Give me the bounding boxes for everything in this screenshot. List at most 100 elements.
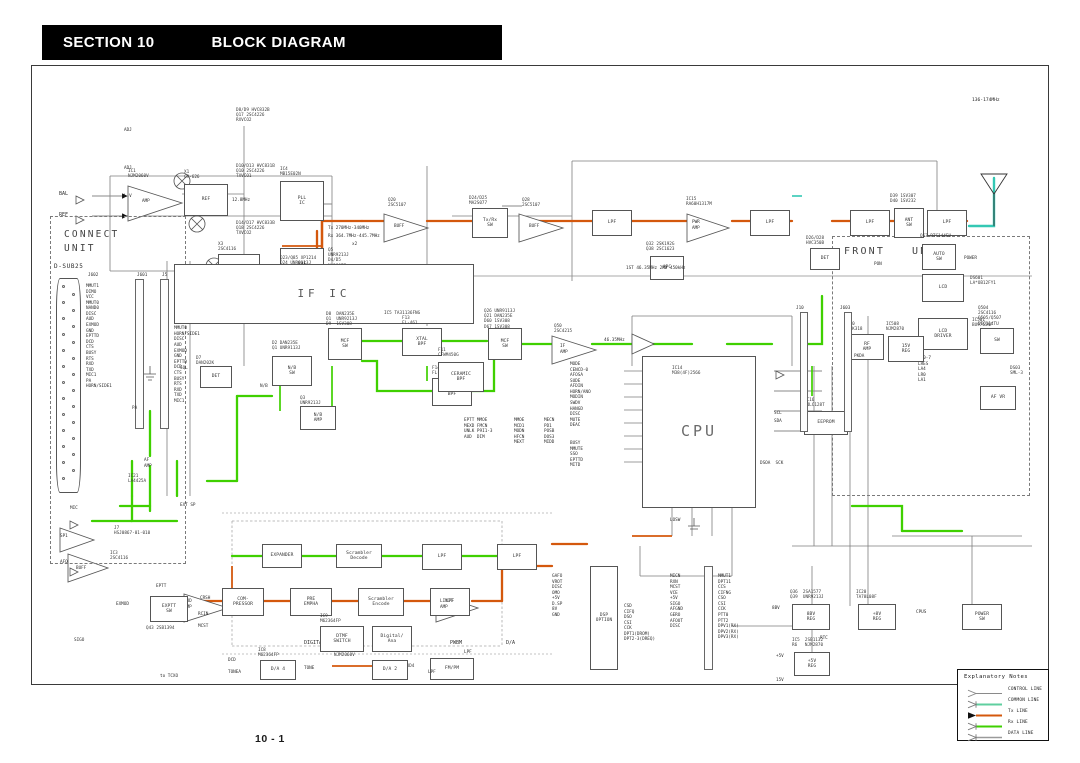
lpf-d1-block: LPF <box>422 544 462 570</box>
dsub-pin <box>72 453 75 456</box>
dsub-pin <box>62 349 65 352</box>
auto-sw-ref: Q53 DTC144EU <box>920 234 952 239</box>
af-amp-out-ref: IC21 LA4425A <box>128 474 147 485</box>
exptt-sw-label: EXPTT SW <box>161 603 177 614</box>
adj-label-2: ADJ <box>124 166 132 171</box>
connector-ref-j5: J5 <box>162 273 168 278</box>
d-sub25-connector[interactable] <box>56 278 81 493</box>
pwr-amp-label: PWR AMP <box>692 220 700 231</box>
dsp-conn-right-pins: MMUT1 DPT11 CCS CIFNG CSO CSI CCK PTT0 P… <box>718 574 739 641</box>
pll-ic-block: PLL IC <box>280 181 324 221</box>
reg5v-ref: IC5 2SB1132 R6 NJM2870 <box>792 638 824 649</box>
mcf-sw2-ref: Q26 UNR9113J Q21 DAN235E D60 1SV308 D67 … <box>484 309 516 330</box>
mcf-sw1-ref: D8 DAN235E Q1 UNR9213J D9 1SV308 <box>326 312 358 328</box>
dsub-pin <box>72 389 75 392</box>
cpu-bottom-pin: LOSW <box>670 518 681 523</box>
pwbm-label: PWBM <box>450 640 463 646</box>
eeprom-block: EEPROM <box>804 411 848 435</box>
tone2-label: TONE <box>304 666 315 671</box>
ant-sw-label: ANT SW <box>904 217 914 228</box>
dsub-pin <box>62 365 65 368</box>
lpf-tx4-label: LPF <box>942 220 952 226</box>
dsub-pin <box>72 405 75 408</box>
dsp-option-label: DSP OPTION <box>595 612 613 623</box>
dsub-pin <box>72 341 75 344</box>
txrx-sw-label: Tx/Rx SW <box>482 217 498 228</box>
rtc-label: RTC <box>820 636 828 641</box>
legend-symbol-rx-line <box>964 718 1004 730</box>
lpf-d3-label: LPF <box>512 554 522 560</box>
tone3-label: TONEA <box>228 670 241 675</box>
scrambler-encode-label: Scrambler Encode <box>368 596 394 607</box>
ref-osc-label: REF <box>201 197 211 203</box>
pre-emphasis-label: PRE EMPHA <box>303 596 319 607</box>
fm-pm-label: FM/PM <box>444 666 460 672</box>
pll-label: PLL IC <box>297 195 307 206</box>
buff1-label: BUFF <box>394 224 405 229</box>
cpu-left-pins-2: BUSY MMUTE SSO EPTTD MITD <box>570 441 583 469</box>
dsp-option-block: DSP OPTION <box>590 566 618 670</box>
apc-ref: Q32 2SK192G Q38 2SC1623 <box>646 242 675 253</box>
dsub-pin <box>72 421 75 424</box>
freq-rx-label: Rx 364.7MHz-445.7MHz <box>328 234 380 239</box>
amp-in-label: AMP <box>142 199 150 204</box>
lcd-label: LCD <box>938 285 948 291</box>
lpf-tx2-label: LPF <box>765 220 775 226</box>
vcc-label: CPUS <box>916 610 927 615</box>
mcf-sw2-block: MCF SW <box>488 328 522 360</box>
dtmf-switch-block: DTMF SWITCH <box>320 626 364 652</box>
dsub-pin <box>62 301 65 304</box>
cpu-label: CPU <box>680 422 718 441</box>
exptt-sw-ref: Q43 2SB1394 <box>146 626 175 631</box>
reg8v-block: +8V REG <box>858 604 896 630</box>
connect-unit-label-line1: CONNECT <box>64 229 120 240</box>
txrx-sw-ref: D24/D25 MA2S077 <box>469 196 488 207</box>
section-header-bar: SECTION 10 BLOCK DIAGRAM <box>42 25 502 60</box>
da-label: D/A <box>506 640 516 646</box>
lcd-driver-label: LCD DRIVER <box>934 328 952 339</box>
da2-block: D/A 2 <box>372 660 408 680</box>
mcst-label-b: MCST <box>198 624 209 629</box>
af-vr-block: AF VR <box>980 386 1016 410</box>
cpu-right-bus: DSOA SCK <box>760 461 784 466</box>
digital-analog-block: Digital/ Ana <box>372 626 412 652</box>
nb-amp-label: N/B AMP <box>313 412 323 423</box>
crsh-label: CRSH <box>200 596 211 601</box>
freq-tx-label: Tx 270MHz-340MHz <box>328 226 370 231</box>
reg5v-block: +5V REG <box>794 652 830 676</box>
dsub-pin <box>62 413 65 416</box>
exptt-label: EPTT <box>156 584 167 589</box>
pwr-amp-ref: IC15 RA60H1317M <box>686 197 712 208</box>
dsub-pin <box>62 285 65 288</box>
legend-label-tx-line: Tx LINE <box>1008 708 1028 714</box>
scl-label: SCL <box>774 411 782 416</box>
reg15v-ref: IC508 NJM2870 <box>886 322 905 333</box>
nb-label: N/B <box>260 384 268 389</box>
lpf-tx3-block: LPF <box>850 210 890 236</box>
connector-bar-dsp-right <box>704 566 713 670</box>
dsub-type-label: D-SUB25 <box>54 263 84 270</box>
connector-ref-j601: J601 <box>137 273 148 278</box>
rxvco2-ref: D8/D9 HVC832B Q17 2SC4226 RXVCO2 <box>236 108 270 124</box>
cpu-left-pins-1: MODE CENCD-0 AFOSA SUDE AFDIN HORN/ANO M… <box>570 362 591 429</box>
txvco2-ref: D14/D17 HVC833B Q18 2SC4226 TXVCO2 <box>236 221 275 237</box>
lpf-tx4-block: LPF <box>927 210 967 236</box>
dsp-conn-mid-pins: MICN RXN MCST VCE +5V SIGO AFGND GERO AF… <box>670 574 683 630</box>
lpf-tx3-label: LPF <box>865 220 875 226</box>
explanatory-notes-legend: Explanatory Notes CONTROL LINE COMMON LI… <box>957 669 1049 741</box>
af-amp-out-label: AF AMP <box>144 458 152 469</box>
scrambler-decode-block: Scrambler Decode <box>336 544 382 568</box>
adj-label-1: ADJ <box>124 128 132 133</box>
dsub-pin <box>62 317 65 320</box>
reg8bv-label: 8BV REG <box>806 611 816 622</box>
sw-front-block: SW <box>980 328 1014 354</box>
pre-emphasis-block: PRE EMPHA <box>290 588 332 616</box>
reg5v-label: +5V REG <box>807 658 817 669</box>
afo-port-label: AFO <box>60 560 68 565</box>
dsub-pin <box>62 397 65 400</box>
eeprom-label: EEPROM <box>817 420 835 426</box>
connector-ref-j602: J602 <box>88 273 99 278</box>
led-ref: DS03 SML-3 <box>1010 366 1023 377</box>
connector-bar-j10 <box>800 312 808 432</box>
connector-bar-j603 <box>844 312 852 432</box>
